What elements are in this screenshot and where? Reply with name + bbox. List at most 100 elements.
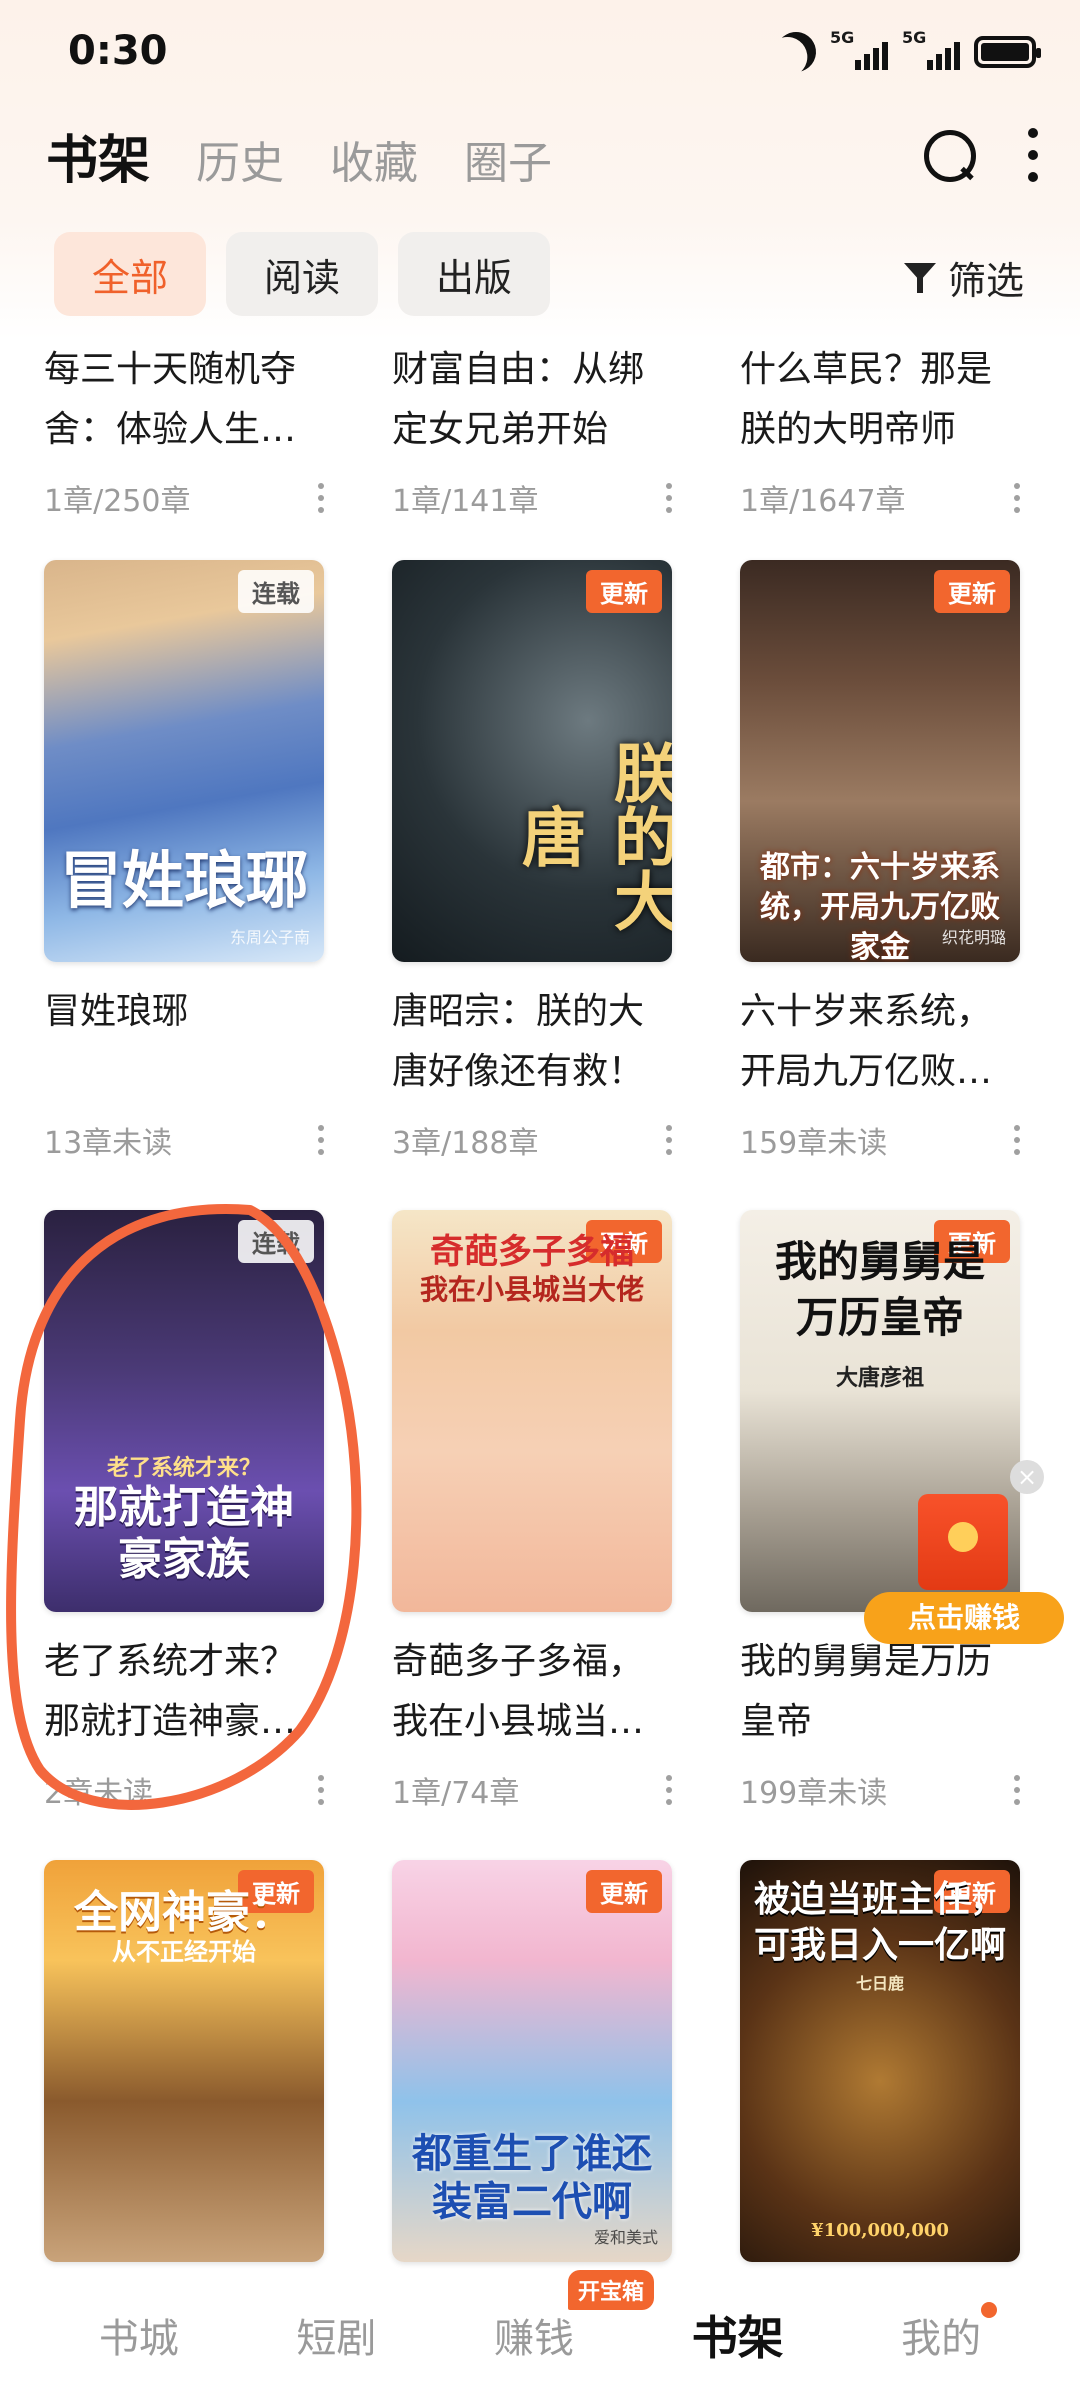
cover-subtitle: 老了系统才来？ bbox=[106, 1455, 261, 1481]
cover-author: 爱和美式 bbox=[593, 2228, 658, 2247]
filter-label: 筛选 bbox=[947, 259, 1024, 303]
nav-short-drama[interactable]: 短剧 bbox=[296, 2306, 376, 2364]
status-badge: 更新 bbox=[586, 570, 662, 613]
earn-money-label: 点击赚钱 bbox=[864, 1592, 1064, 1644]
nav-profile[interactable]: 我的 bbox=[901, 2302, 998, 2364]
status-badge: 更新 bbox=[934, 570, 1010, 613]
book-cover[interactable]: 更新 奇葩多子多福 我在小县城当大佬 bbox=[392, 1210, 672, 1612]
book-progress: 1章/250章 bbox=[44, 484, 191, 519]
battery-icon bbox=[974, 36, 1041, 68]
signal-icon: 5G bbox=[902, 28, 960, 74]
book-item[interactable]: 连载 老了系统才来？ 那就打造神豪家族 老了系统才来？那就打造神豪… 2章未读 bbox=[44, 1210, 329, 1812]
tab-circle[interactable]: 圈子 bbox=[464, 127, 552, 191]
treasure-badge: 开宝箱 bbox=[567, 2270, 654, 2310]
book-item[interactable]: 更新 都市：六十岁来系统，开局九万亿败家金 织花明璐 六十岁来系统，开局九万亿败… bbox=[740, 560, 1025, 1162]
book-cover[interactable]: 更新 被迫当班主任，可我日入一亿啊 七日鹿 ¥100,000,000 bbox=[740, 1860, 1020, 2262]
nav-earn[interactable]: 赚钱 开宝箱 bbox=[493, 2270, 654, 2364]
book-more-icon[interactable] bbox=[665, 1125, 673, 1155]
nav-bookshelf[interactable]: 书架 bbox=[692, 2302, 784, 2368]
nav-label: 赚钱 bbox=[493, 2316, 574, 2362]
cover-subtitle: 从不正经开始 bbox=[112, 1937, 256, 1966]
book-title: 唐昭宗：朕的大唐好像还有救！ bbox=[392, 991, 645, 1092]
tab-history[interactable]: 历史 bbox=[196, 127, 284, 191]
cover-title: 被迫当班主任，可我日入一亿啊 bbox=[754, 1878, 1007, 1966]
book-progress: 3章/188章 bbox=[392, 1126, 539, 1161]
chip-published[interactable]: 出版 bbox=[398, 232, 551, 316]
book-item[interactable]: 每三十天随机夺舍：体验人生… 1章/250章 bbox=[44, 340, 329, 520]
book-title: 冒姓琅琊 bbox=[44, 991, 189, 1032]
book-more-icon[interactable] bbox=[665, 483, 673, 513]
earn-money-widget[interactable]: × 点击赚钱 bbox=[864, 1440, 1064, 1644]
book-title: 财富自由：从绑定女兄弟开始 bbox=[392, 349, 645, 450]
chip-reading[interactable]: 阅读 bbox=[226, 232, 379, 316]
filter-button[interactable]: 筛选 bbox=[903, 250, 1024, 305]
network-type-label: 5G bbox=[830, 28, 855, 47]
cover-author: 大唐彦祖 bbox=[835, 1365, 924, 1391]
nav-label: 书架 bbox=[691, 2311, 784, 2365]
book-progress: 13章未读 bbox=[44, 1126, 173, 1161]
tab-bookshelf[interactable]: 书架 bbox=[46, 118, 150, 193]
book-item[interactable]: 更新 奇葩多子多福 我在小县城当大佬 奇葩多子多福，我在小县城当… 1章/74章 bbox=[392, 1210, 677, 1812]
book-more-icon[interactable] bbox=[665, 1775, 673, 1805]
book-item[interactable]: 更新 都重生了谁还装富二代啊 爱和美式 bbox=[392, 1860, 677, 2262]
cover-author: 七日鹿 bbox=[855, 1974, 904, 1993]
nav-label: 我的 bbox=[901, 2316, 982, 2362]
bottom-nav: 书城 短剧 赚钱 开宝箱 书架 我的 bbox=[0, 2270, 1080, 2400]
notification-dot bbox=[981, 2302, 998, 2318]
book-more-icon[interactable] bbox=[1013, 1125, 1021, 1155]
book-more-icon[interactable] bbox=[317, 1775, 325, 1805]
book-cover[interactable]: 更新 都重生了谁还装富二代啊 爱和美式 bbox=[392, 1860, 672, 2262]
status-badge: 连载 bbox=[238, 570, 314, 613]
cover-title: 朕的大唐 bbox=[511, 740, 672, 932]
book-item[interactable]: 什么草民？那是朕的大明帝师 1章/1647章 bbox=[740, 340, 1025, 520]
network-type-label: 5G bbox=[902, 28, 927, 47]
tab-favorites[interactable]: 收藏 bbox=[330, 127, 418, 191]
book-progress: 1章/74章 bbox=[392, 1776, 520, 1811]
cover-title: 冒姓琅琊 bbox=[59, 844, 308, 917]
book-more-icon[interactable] bbox=[317, 483, 325, 513]
book-more-icon[interactable] bbox=[1013, 483, 1021, 513]
signal-icon: 5G bbox=[830, 28, 888, 74]
status-bar: 0:30 5G 5G bbox=[0, 0, 1080, 110]
nav-label: 短剧 bbox=[296, 2316, 377, 2362]
book-progress: 1章/141章 bbox=[392, 484, 539, 519]
search-icon[interactable] bbox=[922, 128, 976, 182]
book-title: 什么草民？那是朕的大明帝师 bbox=[740, 349, 993, 450]
status-badge: 更新 bbox=[586, 1870, 662, 1913]
cover-subtitle: ¥100,000,000 bbox=[811, 2220, 949, 2241]
book-item[interactable]: 连载 冒姓琅琊 东周公子南 冒姓琅琊 13章未读 bbox=[44, 560, 329, 1162]
cover-title: 那就打造神豪家族 bbox=[74, 1482, 294, 1585]
status-badge: 连载 bbox=[238, 1220, 314, 1263]
close-icon[interactable]: × bbox=[1010, 1460, 1044, 1494]
status-icons: 5G 5G bbox=[776, 28, 1041, 74]
cover-author: 东周公子南 bbox=[229, 928, 310, 947]
nav-label: 书城 bbox=[98, 2316, 179, 2362]
cover-title: 我的舅舅是万历皇帝 bbox=[774, 1237, 985, 1342]
book-title: 奇葩多子多福，我在小县城当… bbox=[392, 1641, 645, 1742]
book-item[interactable]: 更新 全网神豪： 从不正经开始 bbox=[44, 1860, 329, 2262]
book-cover[interactable]: 更新 都市：六十岁来系统，开局九万亿败家金 织花明璐 bbox=[740, 560, 1020, 962]
more-icon[interactable] bbox=[1026, 128, 1040, 182]
book-more-icon[interactable] bbox=[317, 1125, 325, 1155]
top-tabs: 书架 历史 收藏 圈子 bbox=[46, 118, 552, 193]
book-title: 我的舅舅是万历皇帝 bbox=[740, 1641, 993, 1742]
header-actions bbox=[922, 128, 1040, 182]
book-title: 每三十天随机夺舍：体验人生… bbox=[44, 349, 297, 450]
book-cover[interactable]: 更新 全网神豪： 从不正经开始 bbox=[44, 1860, 324, 2262]
book-progress: 159章未读 bbox=[740, 1126, 888, 1161]
book-progress: 2章未读 bbox=[44, 1776, 154, 1811]
book-item[interactable]: 更新 被迫当班主任，可我日入一亿啊 七日鹿 ¥100,000,000 bbox=[740, 1860, 1025, 2262]
status-time: 0:30 bbox=[68, 28, 168, 74]
nav-bookstore[interactable]: 书城 bbox=[99, 2306, 179, 2364]
cover-subtitle: 我在小县城当大佬 bbox=[419, 1273, 644, 1306]
book-cover[interactable]: 连载 冒姓琅琊 东周公子南 bbox=[44, 560, 324, 962]
book-item[interactable]: 更新 朕的大唐 唐昭宗：朕的大唐好像还有救！ 3章/188章 bbox=[392, 560, 677, 1162]
red-packet-icon bbox=[918, 1494, 1008, 1590]
book-item[interactable]: 财富自由：从绑定女兄弟开始 1章/141章 bbox=[392, 340, 677, 520]
cover-title: 都重生了谁还装富二代啊 bbox=[412, 2130, 652, 2225]
cover-title: 奇葩多子多福 bbox=[430, 1232, 634, 1272]
book-cover[interactable]: 连载 老了系统才来？ 那就打造神豪家族 bbox=[44, 1210, 324, 1612]
book-cover[interactable]: 更新 朕的大唐 bbox=[392, 560, 672, 962]
chip-all[interactable]: 全部 bbox=[54, 232, 207, 316]
book-more-icon[interactable] bbox=[1013, 1775, 1021, 1805]
